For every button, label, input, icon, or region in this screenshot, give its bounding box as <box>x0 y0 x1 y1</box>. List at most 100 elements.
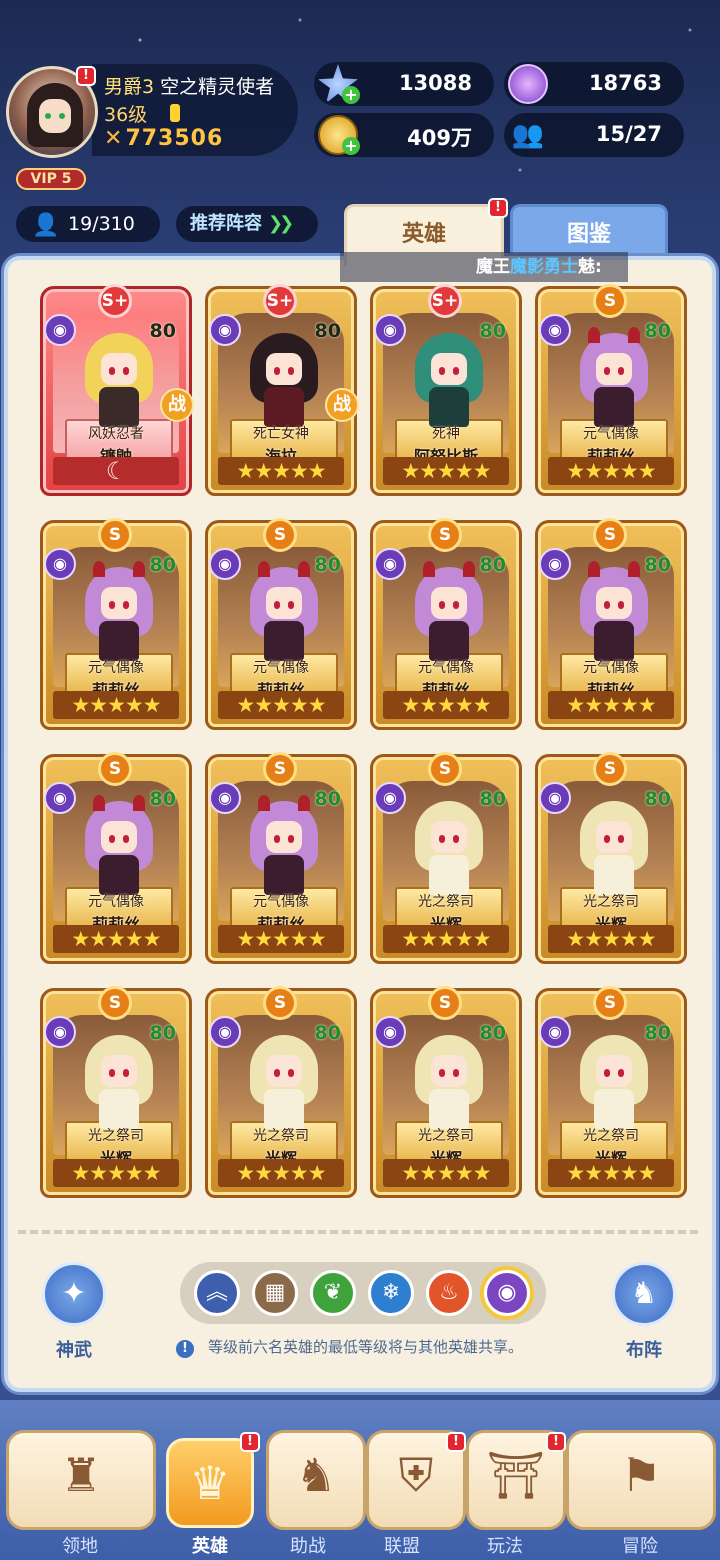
hero-level: 80 <box>149 554 176 576</box>
nav-hero[interactable]: ♛ <box>166 1438 254 1528</box>
hero-title: 风妖忍者 <box>88 426 144 442</box>
hero-card[interactable]: 光之祭司 光辉 ★★★★★ S ◉ 80 <box>535 986 687 1198</box>
hero-title: 元气偶像 <box>253 660 309 676</box>
gold-resource[interactable]: + 409万 <box>314 113 494 157</box>
nav-alert-icon: ! <box>240 1432 260 1452</box>
filter-fire-icon[interactable]: ♨ <box>426 1270 472 1316</box>
player-title: 空之精灵使者 <box>160 76 275 98</box>
nav-castle[interactable]: ♜ <box>6 1430 156 1530</box>
divine-weapon-button[interactable]: ✦ 神武 <box>38 1262 110 1362</box>
filter-category-icon[interactable]: ▦ <box>252 1270 298 1316</box>
heroes-tab-alert-icon: ! <box>488 198 508 218</box>
filter-nature-icon[interactable]: ❦ <box>310 1270 356 1316</box>
hero-portrait <box>574 1035 654 1131</box>
add-gold-icon[interactable]: + <box>342 137 360 155</box>
star-rating: ★★★★★ <box>218 1159 344 1187</box>
hero-title: 光之祭司 <box>583 1128 639 1144</box>
hero-card[interactable]: 光之祭司 光辉 ★★★★★ S ◉ 80 <box>205 986 357 1198</box>
grade-badge: S <box>98 518 132 552</box>
formation-button[interactable]: ♞ 布阵 <box>608 1262 680 1362</box>
hero-card[interactable]: 元气偶像 莉莉丝 ★★★★★ S ◉ 80 <box>205 518 357 730</box>
hero-title: 元气偶像 <box>253 894 309 910</box>
hero-card[interactable]: 元气偶像 莉莉丝 ★★★★★ S ◉ 80 <box>535 518 687 730</box>
hero-portrait <box>409 1035 489 1131</box>
nav-support[interactable]: ♞ <box>266 1430 366 1530</box>
hero-card[interactable]: 死神 阿努比斯 ★★★★★ S+ ◉ 80 <box>370 284 522 496</box>
shadow-eye-icon: ◉ <box>209 1016 241 1048</box>
hero-card[interactable]: 元气偶像 莉莉丝 ★★★★★ S ◉ 80 <box>535 284 687 496</box>
hero-portrait <box>409 801 489 897</box>
shadow-eye-icon: ◉ <box>539 1016 571 1048</box>
filter-ice-icon[interactable]: ❄ <box>368 1270 414 1316</box>
hero-portrait <box>574 327 654 429</box>
hero-card[interactable]: 风妖忍者 镰鼬 ☾ S+ ◉ 80 战 <box>40 284 194 496</box>
hero-title: 元气偶像 <box>88 660 144 676</box>
gate-icon: ⛩ <box>486 1448 546 1502</box>
hero-level: 80 <box>149 788 176 810</box>
hero-level: 80 <box>644 320 671 342</box>
members-resource[interactable]: 👥 15/27 <box>504 113 684 157</box>
hero-portrait <box>574 801 654 897</box>
alliance-icon: ⛨ <box>398 1448 434 1502</box>
grade-badge: S <box>428 752 462 786</box>
recommend-lineup-button[interactable]: 推荐阵容 ❯❯ <box>176 206 318 242</box>
nav-alert-icon: ! <box>546 1432 566 1452</box>
nav-alert-icon: ! <box>446 1432 466 1452</box>
hero-title: 元气偶像 <box>583 426 639 442</box>
hero-title: 元气偶像 <box>583 660 639 676</box>
star-rating: ★★★★★ <box>218 925 344 953</box>
star-rating: ★★★★★ <box>53 1159 179 1187</box>
grade-badge: S <box>428 518 462 552</box>
hero-card[interactable]: 元气偶像 莉莉丝 ★★★★★ S ◉ 80 <box>205 752 357 964</box>
grade-badge: S <box>263 752 297 786</box>
hero-portrait <box>79 561 159 663</box>
vip-badge[interactable]: VIP 5 <box>16 168 86 190</box>
hero-portrait <box>409 333 489 429</box>
shadow-eye-icon: ◉ <box>44 1016 76 1048</box>
hero-card[interactable]: 光之祭司 光辉 ★★★★★ S ◉ 80 <box>40 986 192 1198</box>
player-info-panel[interactable]: 男爵3 空之精灵使者 36级 ✕773506 <box>92 64 298 156</box>
filter-all-icon[interactable]: ︽ <box>194 1270 240 1316</box>
shadow-eye-icon: ◉ <box>374 782 406 814</box>
gems-resource[interactable]: + 13088 <box>314 62 494 106</box>
hero-card[interactable]: 死亡女神 海拉 ★★★★★ S+ ◉ 80 战 <box>205 284 359 496</box>
grade-badge: S <box>428 986 462 1020</box>
power-value: 773506 <box>125 126 224 151</box>
hero-portrait <box>244 561 324 663</box>
hero-card[interactable]: 光之祭司 光辉 ★★★★★ S ◉ 80 <box>535 752 687 964</box>
add-gems-icon[interactable]: + <box>342 86 360 104</box>
nav-flag[interactable]: ⚑ <box>566 1430 716 1530</box>
grade-badge: S+ <box>428 284 462 318</box>
star-rating: ★★★★★ <box>548 691 674 719</box>
hero-card[interactable]: 元气偶像 莉莉丝 ★★★★★ S ◉ 80 <box>40 518 192 730</box>
nav-label: 联盟 <box>384 1536 420 1557</box>
hero-card[interactable]: 元气偶像 莉莉丝 ★★★★★ S ◉ 80 <box>40 752 192 964</box>
avatar-alert-icon: ! <box>76 66 96 86</box>
shadow-eye-icon: ◉ <box>539 548 571 580</box>
star-rating: ★★★★★ <box>548 1159 674 1187</box>
nav-label: 玩法 <box>487 1536 523 1557</box>
orbs-resource[interactable]: 18763 <box>504 62 684 106</box>
crossed-swords-icon: ✕ <box>104 126 124 151</box>
nav-label: 冒险 <box>622 1536 658 1557</box>
hero-card[interactable]: 元气偶像 莉莉丝 ★★★★★ S ◉ 80 <box>370 518 522 730</box>
hero-portrait <box>244 333 324 429</box>
hero-title: 光之祭司 <box>418 894 474 910</box>
hero-title: 元气偶像 <box>88 894 144 910</box>
hero-portrait <box>409 561 489 663</box>
star-rating: ★★★★★ <box>383 457 509 485</box>
nav-label: 领地 <box>62 1536 98 1557</box>
hero-title: 光之祭司 <box>418 1128 474 1144</box>
star-rating: ★★★★★ <box>218 691 344 719</box>
hero-portrait <box>244 795 324 897</box>
filter-shadow-icon[interactable]: ◉ <box>484 1270 530 1316</box>
hero-card[interactable]: 光之祭司 光辉 ★★★★★ S ◉ 80 <box>370 752 522 964</box>
hero-portrait <box>79 795 159 897</box>
star-rating: ★★★★★ <box>218 457 344 485</box>
battle-badge: 战 <box>160 388 194 422</box>
star-rating: ☾ <box>53 457 179 485</box>
star-rating: ★★★★★ <box>548 925 674 953</box>
hero-title: 元气偶像 <box>418 660 474 676</box>
player-level: 36级 <box>104 104 148 126</box>
hero-card[interactable]: 光之祭司 光辉 ★★★★★ S ◉ 80 <box>370 986 522 1198</box>
